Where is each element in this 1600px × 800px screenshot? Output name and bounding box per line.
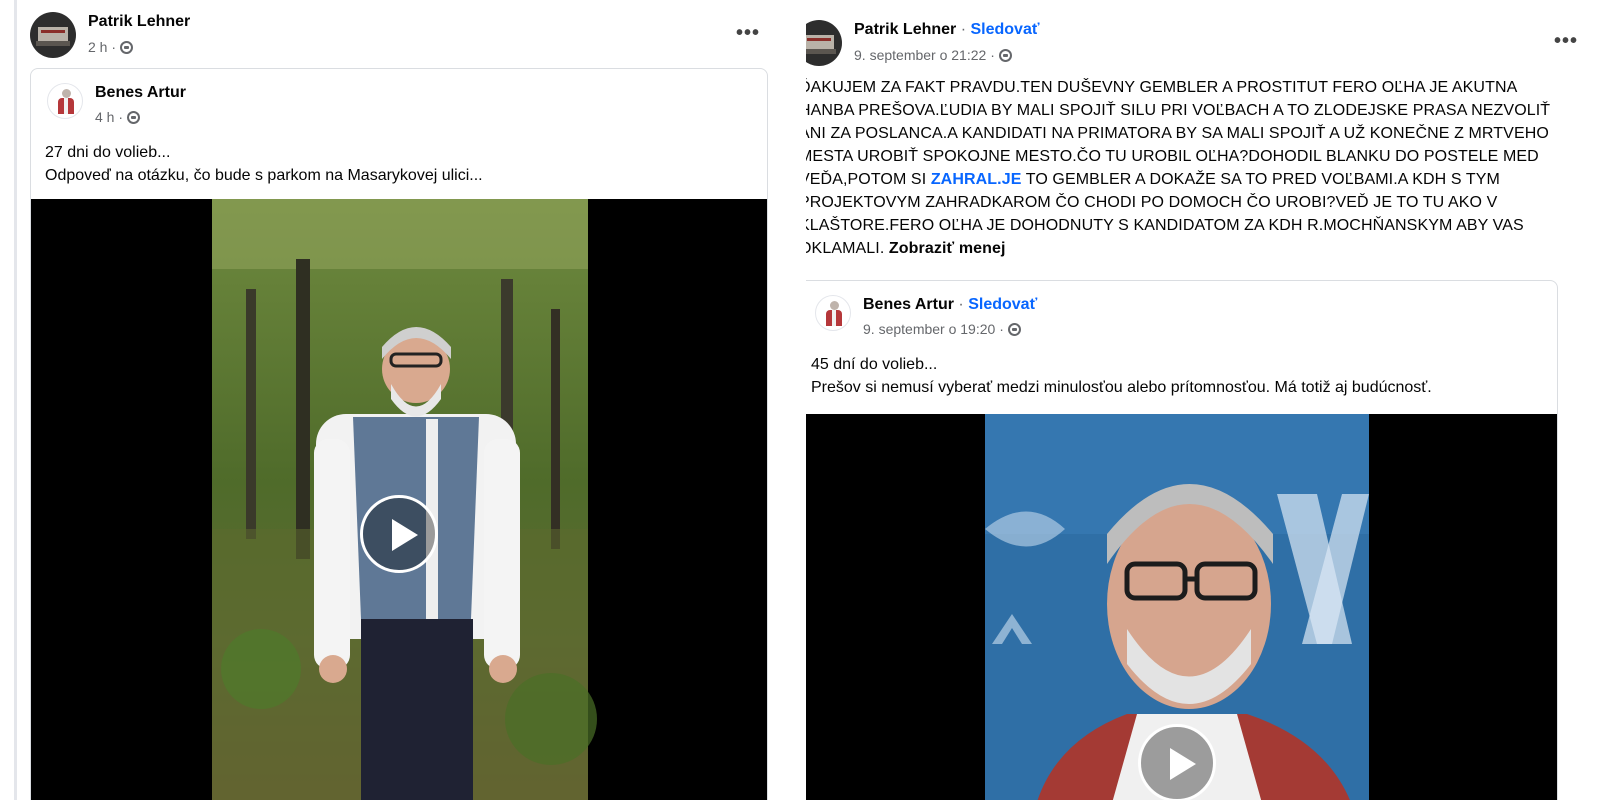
shared-header: Benes Artur 4 h ·	[47, 83, 186, 125]
shared-text-line: 45 dní do volieb...	[811, 356, 938, 373]
globe-icon	[1007, 322, 1021, 336]
post-header: Patrik Lehner 2 h ·	[30, 12, 190, 58]
shared-text-line: Prešov si nemusí vyberať medzi minulosťo…	[811, 379, 1432, 396]
separator: ·	[953, 296, 969, 313]
globe-icon	[127, 110, 141, 124]
post-time[interactable]: 2 h	[88, 38, 107, 56]
author-name[interactable]: Patrik Lehner	[854, 21, 956, 38]
post-time[interactable]: 9. september o 21:22	[854, 46, 986, 64]
author-avatar[interactable]	[806, 20, 842, 66]
shared-author-avatar[interactable]	[815, 295, 851, 331]
shared-author-name[interactable]: Benes Artur	[863, 296, 954, 313]
shared-post-text: 45 dní do volieb... Prešov si nemusí vyb…	[811, 353, 1432, 399]
post-text: ĎAKUJEM ZA FAKT PRAVDU.TEN DUŠEVNY GEMBL…	[806, 76, 1569, 260]
hashtag-link[interactable]: ZAHRAL.JE	[931, 171, 1022, 188]
author-avatar[interactable]	[30, 12, 76, 58]
shared-post[interactable]: Benes Artur · Sledovať 9. september o 19…	[806, 280, 1558, 800]
more-options-icon[interactable]: •••	[1554, 30, 1578, 53]
shared-header: Benes Artur · Sledovať 9. september o 19…	[815, 295, 1037, 337]
shared-post-text: 27 dni do volieb... Odpoveď na otázku, č…	[45, 141, 483, 187]
shared-post[interactable]: Benes Artur 4 h · 27 dni do volieb... Od…	[30, 68, 768, 800]
shared-post-time[interactable]: 9. september o 19:20	[863, 321, 995, 337]
globe-icon	[998, 48, 1012, 62]
shared-post-time[interactable]: 4 h	[95, 109, 114, 125]
follow-button[interactable]: Sledovať	[968, 296, 1037, 313]
screenshot: Patrik Lehner 2 h · ••• Benes Artur 4 h	[0, 0, 1600, 800]
author-name[interactable]: Patrik Lehner	[88, 13, 190, 30]
play-icon[interactable]	[1138, 724, 1216, 800]
globe-icon	[120, 40, 134, 54]
play-icon[interactable]	[360, 495, 438, 573]
follow-button[interactable]: Sledovať	[970, 21, 1039, 38]
shared-text-line: Odpoveď na otázku, čo bude s parkom na M…	[45, 167, 483, 184]
separator: ·	[956, 21, 971, 38]
show-less-link[interactable]: Zobraziť menej	[889, 240, 1006, 257]
video-player[interactable]	[806, 414, 1557, 800]
feed-edge	[14, 0, 17, 800]
shared-text-line: 27 dni do volieb...	[45, 144, 171, 161]
video-player[interactable]	[31, 199, 767, 800]
shared-author-avatar[interactable]	[47, 83, 83, 119]
more-options-icon[interactable]: •••	[736, 22, 760, 45]
post-header: Patrik Lehner · Sledovať 9. september o …	[806, 20, 1040, 66]
shared-author-name[interactable]: Benes Artur	[95, 83, 186, 103]
post-left: Patrik Lehner 2 h · ••• Benes Artur 4 h	[20, 0, 790, 800]
post-right: Patrik Lehner · Sledovať 9. september o …	[806, 0, 1600, 800]
